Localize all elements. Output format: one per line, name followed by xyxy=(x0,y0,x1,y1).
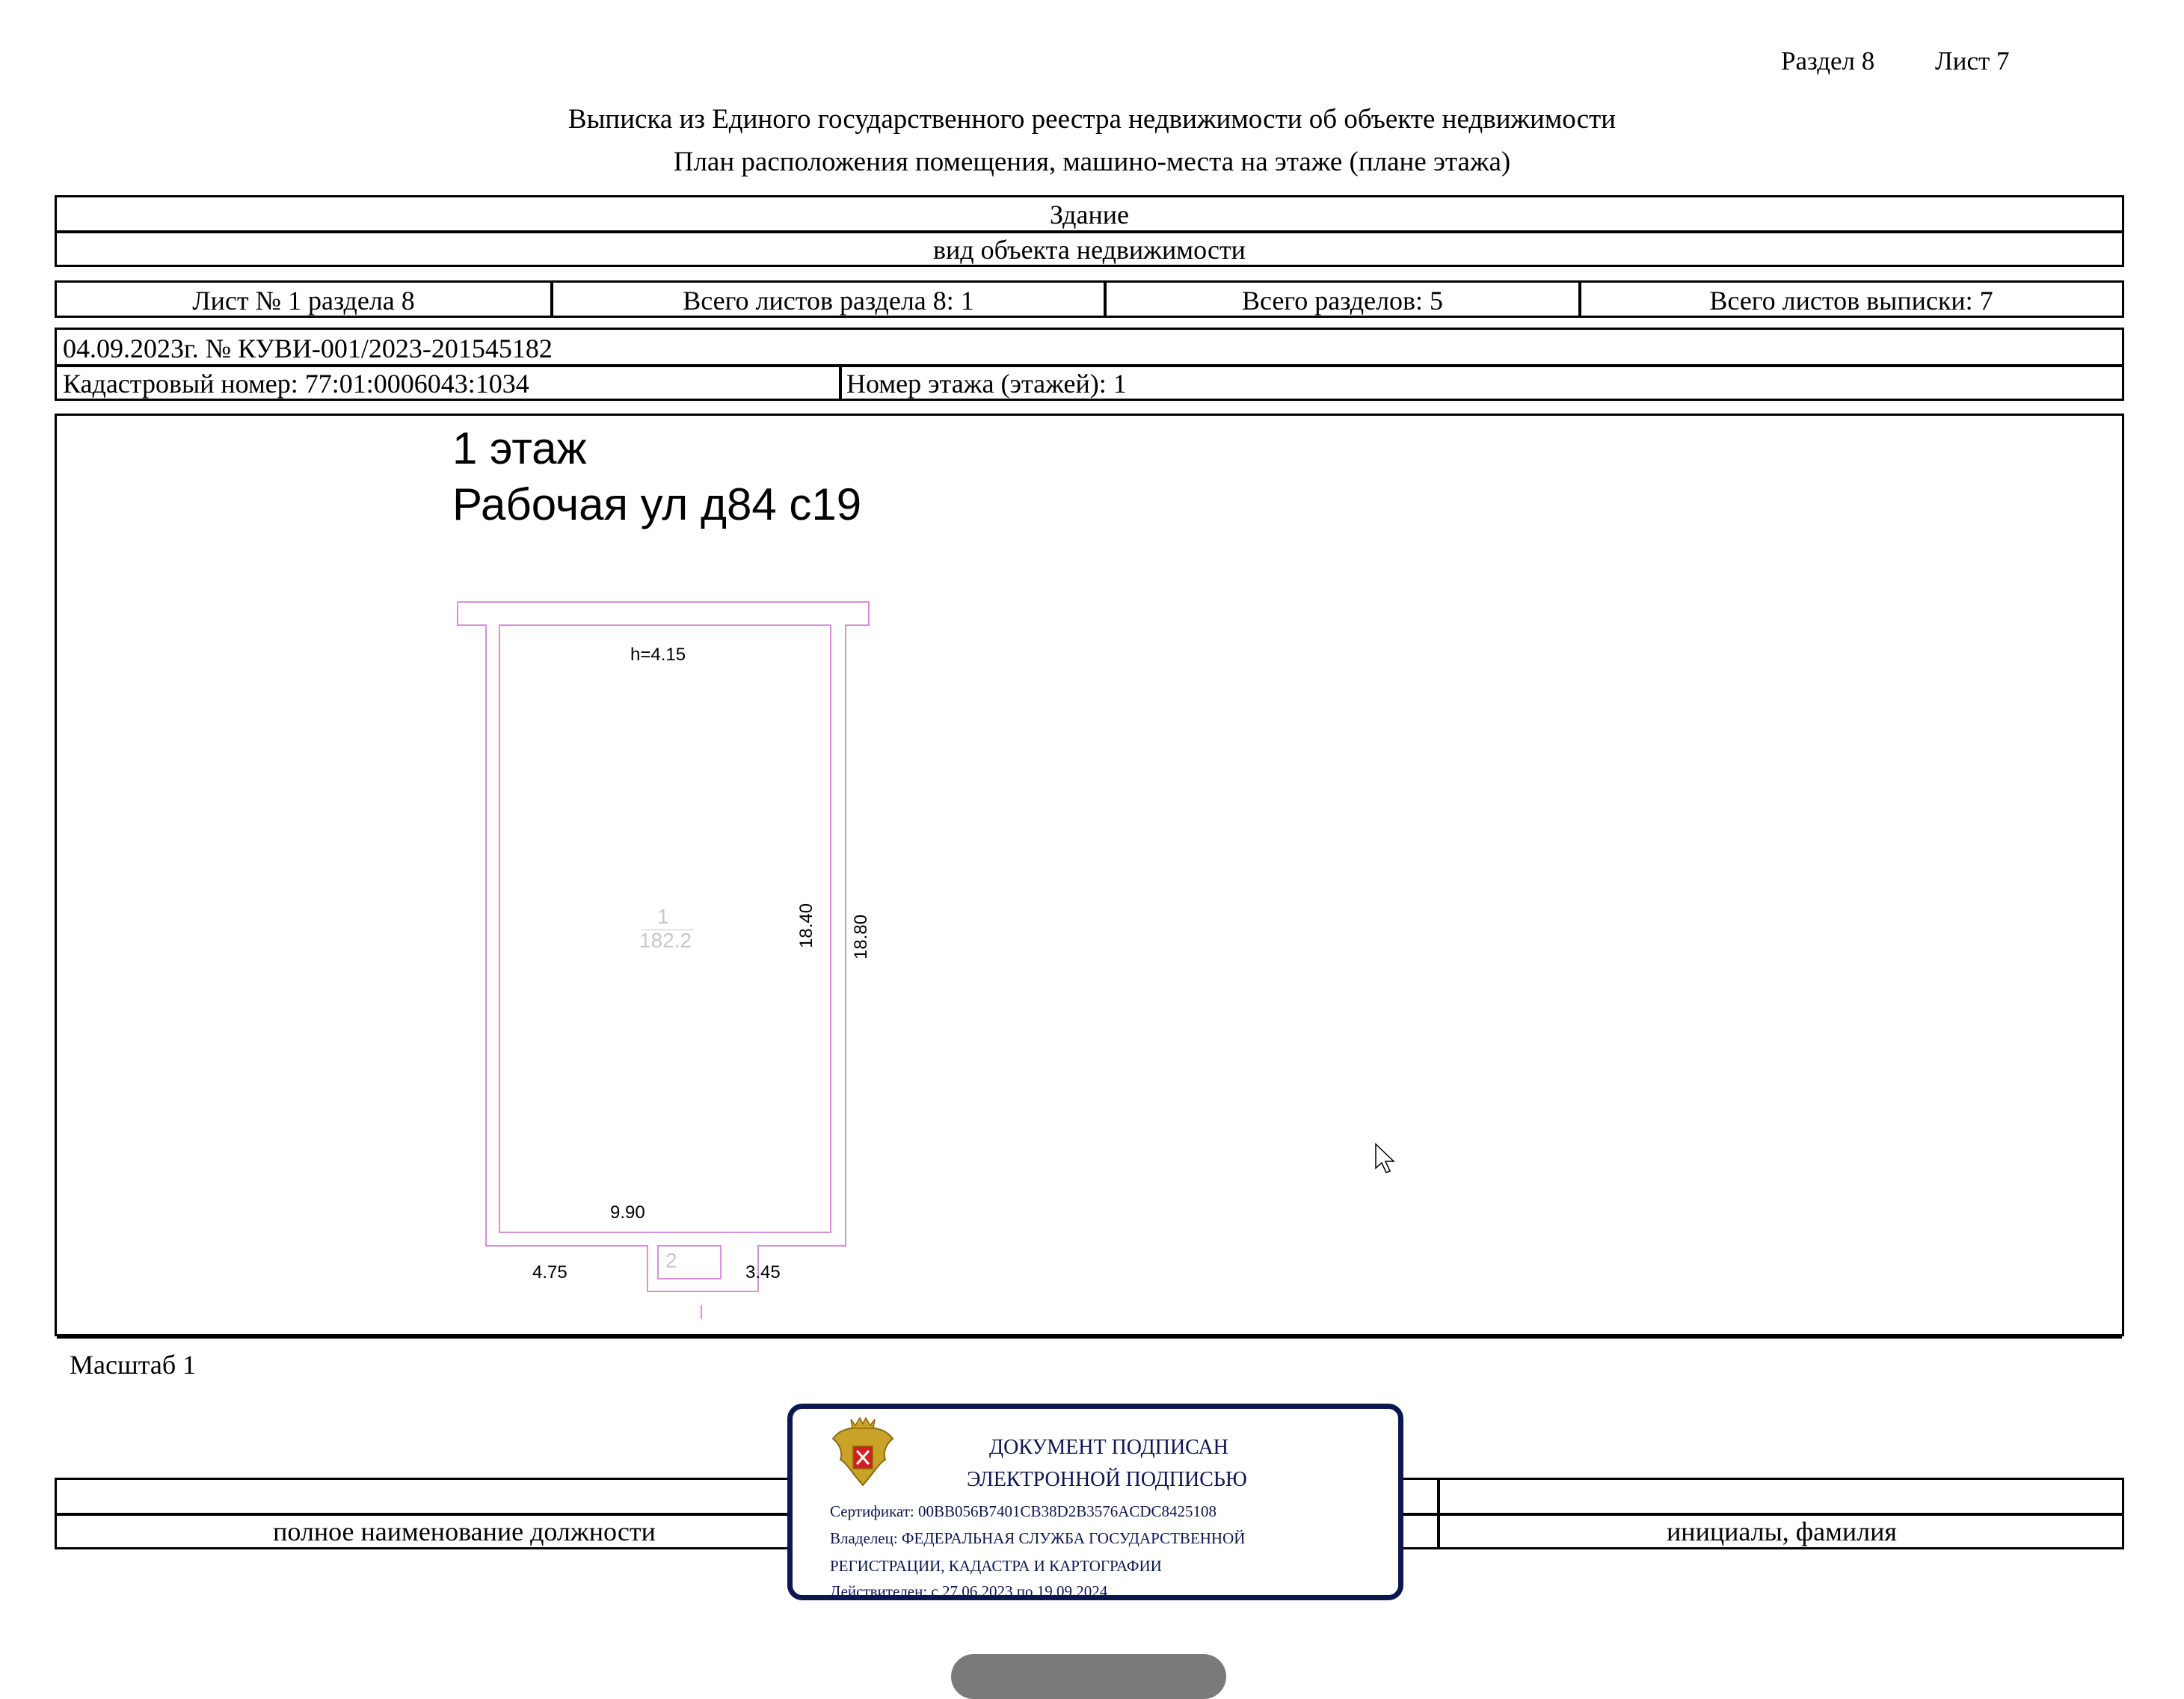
mouse-cursor-icon xyxy=(1375,1143,1395,1173)
stamp-validity: Действителен: с 27.06.2023 по 19.09.2024 xyxy=(830,1582,1108,1600)
dimension-width: 9.90 xyxy=(610,1202,645,1223)
stamp-owner-line1: Владелец: ФЕДЕРАЛЬНАЯ СЛУЖБА ГОСУДАРСТВЕ… xyxy=(830,1529,1246,1547)
dimension-inner-length: 18.40 xyxy=(796,903,816,948)
room-area: 182.2 xyxy=(639,929,692,952)
room-outline xyxy=(457,601,870,1319)
room-height: h=4.15 xyxy=(630,645,686,665)
small-room-number: 2 xyxy=(665,1249,677,1272)
dimension-left-segment: 4.75 xyxy=(532,1262,567,1282)
scale-label: Масштаб 1 xyxy=(70,1350,197,1380)
electronic-signature-stamp: ДОКУМЕНТ ПОДПИСАН ЭЛЕКТРОННОЙ ПОДПИСЬЮ С… xyxy=(787,1404,1403,1600)
stamp-title-line1: ДОКУМЕНТ ПОДПИСАН xyxy=(989,1436,1228,1459)
name-caption: инициалы, фамилия xyxy=(1667,1517,1897,1546)
position-caption: полное наименование должности xyxy=(273,1517,656,1546)
stamp-owner-line2: РЕГИСТРАЦИИ, КАДАСТРА И КАРТОГРАФИИ xyxy=(830,1557,1162,1575)
dimension-outer-length: 18.80 xyxy=(851,914,871,959)
stamp-certificate: Сертификат: 00BB056B7401CB38D2B3576ACDC8… xyxy=(830,1502,1217,1520)
coat-of-arms-icon xyxy=(831,1416,894,1487)
room-number: 1 xyxy=(657,905,669,928)
stamp-title-line2: ЭЛЕКТРОННОЙ ПОДПИСЬЮ xyxy=(967,1468,1247,1491)
dimension-right-segment: 3.45 xyxy=(745,1262,781,1282)
viewer-toolbar[interactable] xyxy=(951,1654,1226,1699)
